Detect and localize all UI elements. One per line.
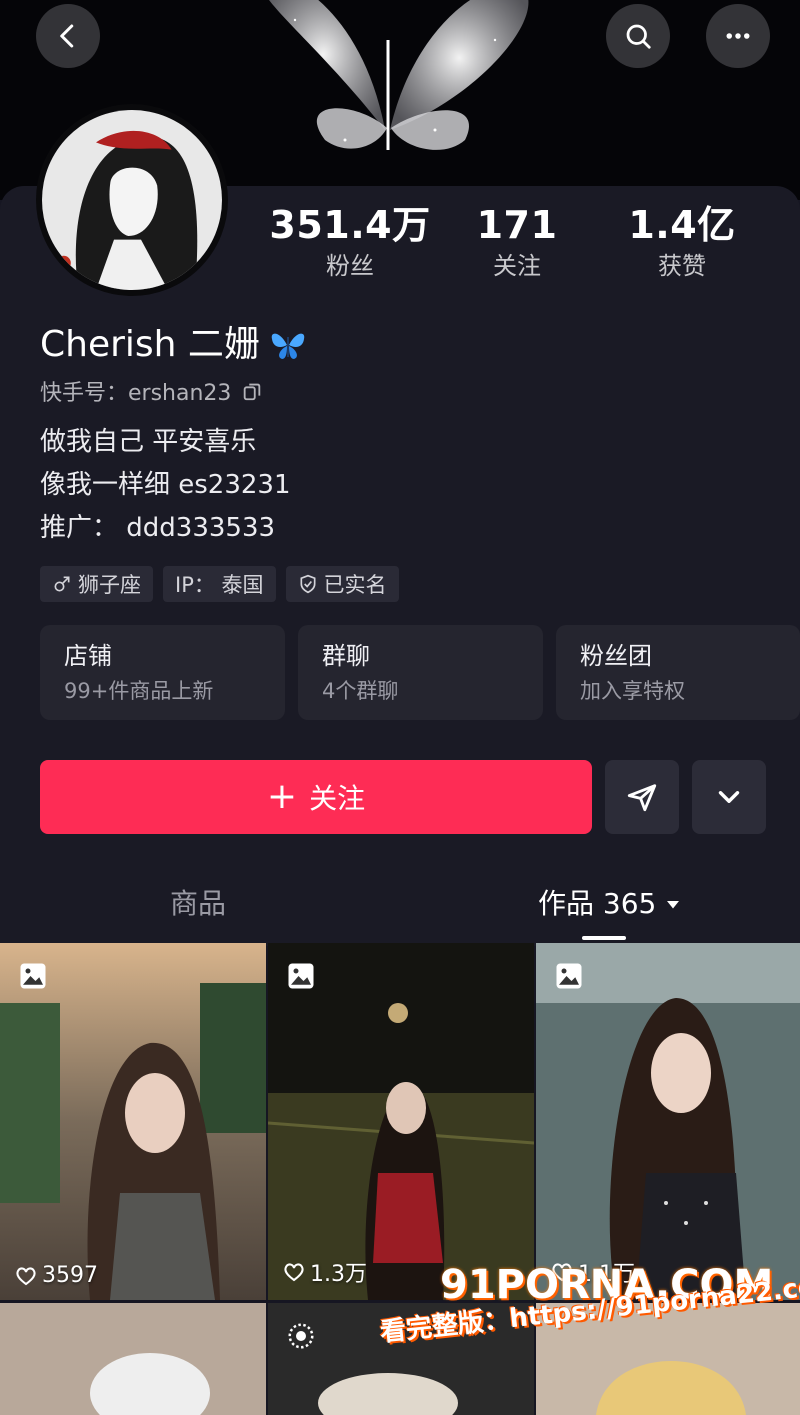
heart-icon — [284, 1263, 304, 1282]
tab-goods[interactable]: 商品 — [170, 884, 226, 924]
search-icon — [626, 24, 651, 49]
likes-count: 3597 — [42, 1263, 98, 1288]
tile-subtitle: 加入享特权 — [580, 679, 685, 703]
tag-ip-location: IP： 泰国 — [163, 566, 276, 602]
plus-icon: + — [266, 776, 298, 817]
follow-button[interactable]: + 关注 — [40, 760, 592, 834]
post-thumbnail[interactable]: 3597 — [0, 943, 266, 1300]
verified-shield-icon — [300, 574, 316, 594]
live-photo-icon — [288, 1323, 314, 1349]
tile-title: 粉丝团 — [580, 642, 652, 670]
tab-works[interactable]: 作品 365 — [538, 884, 682, 924]
post-image — [0, 943, 266, 1300]
likes-count: 1.3万 — [310, 1262, 367, 1287]
following-count: 171 — [476, 203, 558, 247]
send-icon — [627, 784, 657, 812]
likes-stat[interactable]: 1.4亿 获赞 — [597, 200, 767, 282]
more-dots-icon — [726, 33, 750, 39]
share-button[interactable] — [605, 760, 679, 834]
user-id-row: 快手号：ershan23 — [40, 376, 263, 406]
copy-icon[interactable] — [241, 380, 263, 402]
chevron-down-icon — [718, 791, 740, 803]
tile-title: 店铺 — [64, 642, 112, 670]
avatar[interactable] — [36, 104, 228, 296]
avatar-image — [42, 110, 222, 290]
following-stat[interactable]: 171 关注 — [432, 200, 602, 282]
image-post-icon — [556, 963, 582, 989]
followers-label: 粉丝 — [326, 252, 374, 280]
male-symbol-icon — [54, 576, 70, 592]
chevron-left-icon — [60, 24, 74, 48]
shop-tile[interactable]: 店铺 99+件商品上新 — [40, 625, 285, 720]
post-image — [268, 943, 534, 1300]
bio-line: 做我自己 平安喜乐 — [40, 427, 257, 457]
profile-name: Cherish 二姗 — [40, 324, 260, 365]
tag-label: IP： 泰国 — [175, 573, 264, 597]
post-likes: 1.3万 — [282, 1256, 367, 1288]
tag-zodiac: 狮子座 — [40, 566, 153, 602]
profile-name-row: Cherish 二姗 — [40, 322, 308, 368]
tag-label: 狮子座 — [78, 573, 141, 597]
active-tab-indicator — [582, 936, 626, 940]
tag-verified: 已实名 — [285, 566, 399, 602]
post-image — [536, 943, 800, 1300]
profile-stats: 351.4万 粉丝 171 关注 1.4亿 获赞 — [260, 200, 800, 290]
image-post-icon — [288, 963, 314, 989]
image-post-icon — [20, 963, 46, 989]
group-chat-tile[interactable]: 群聊 4个群聊 — [298, 625, 543, 720]
bio-line: 像我一样细 es23231 — [40, 470, 291, 500]
tile-subtitle: 99+件商品上新 — [64, 679, 214, 703]
tile-subtitle: 4个群聊 — [322, 679, 399, 703]
post-likes: 3597 — [14, 1263, 98, 1288]
butterfly-banner-image — [269, 0, 529, 150]
butterfly-emoji-icon — [271, 333, 305, 359]
follow-label: 关注 — [309, 782, 366, 815]
following-label: 关注 — [493, 252, 541, 280]
post-thumbnail[interactable]: 1.3万 — [268, 943, 534, 1300]
expand-button[interactable] — [692, 760, 766, 834]
likes-count: 1.4亿 — [628, 203, 736, 247]
likes-label: 获赞 — [658, 252, 706, 280]
content-tabs: 商品 作品 365 — [0, 870, 800, 942]
post-thumbnail[interactable] — [0, 1303, 266, 1415]
post-thumbnail[interactable]: 1.1万 — [536, 943, 800, 1300]
search-button[interactable] — [606, 4, 670, 68]
profile-tags: 狮子座 IP： 泰国 已实名 — [40, 566, 399, 602]
back-button[interactable] — [36, 4, 100, 68]
tag-label: 已实名 — [323, 573, 387, 597]
tile-title: 群聊 — [322, 642, 370, 670]
tab-works-label: 作品 365 — [538, 887, 657, 920]
bio-line: 推广： ddd333533 — [40, 513, 276, 543]
followers-stat[interactable]: 351.4万 粉丝 — [265, 200, 435, 282]
profile-page: 351.4万 粉丝 171 关注 1.4亿 获赞 Cherish 二姗 快手号：… — [0, 0, 800, 1415]
user-id: 快手号：ershan23 — [40, 381, 232, 406]
caret-down-icon — [667, 901, 680, 909]
fan-club-tile[interactable]: 粉丝团 加入享特权 — [556, 625, 800, 720]
more-options-button[interactable] — [706, 4, 770, 68]
post-image — [0, 1303, 266, 1415]
site-watermark: 91PORNA.COM 看完整版：https://91porna22.com — [379, 1262, 800, 1402]
followers-count: 351.4万 — [269, 203, 431, 247]
heart-icon — [16, 1267, 36, 1285]
